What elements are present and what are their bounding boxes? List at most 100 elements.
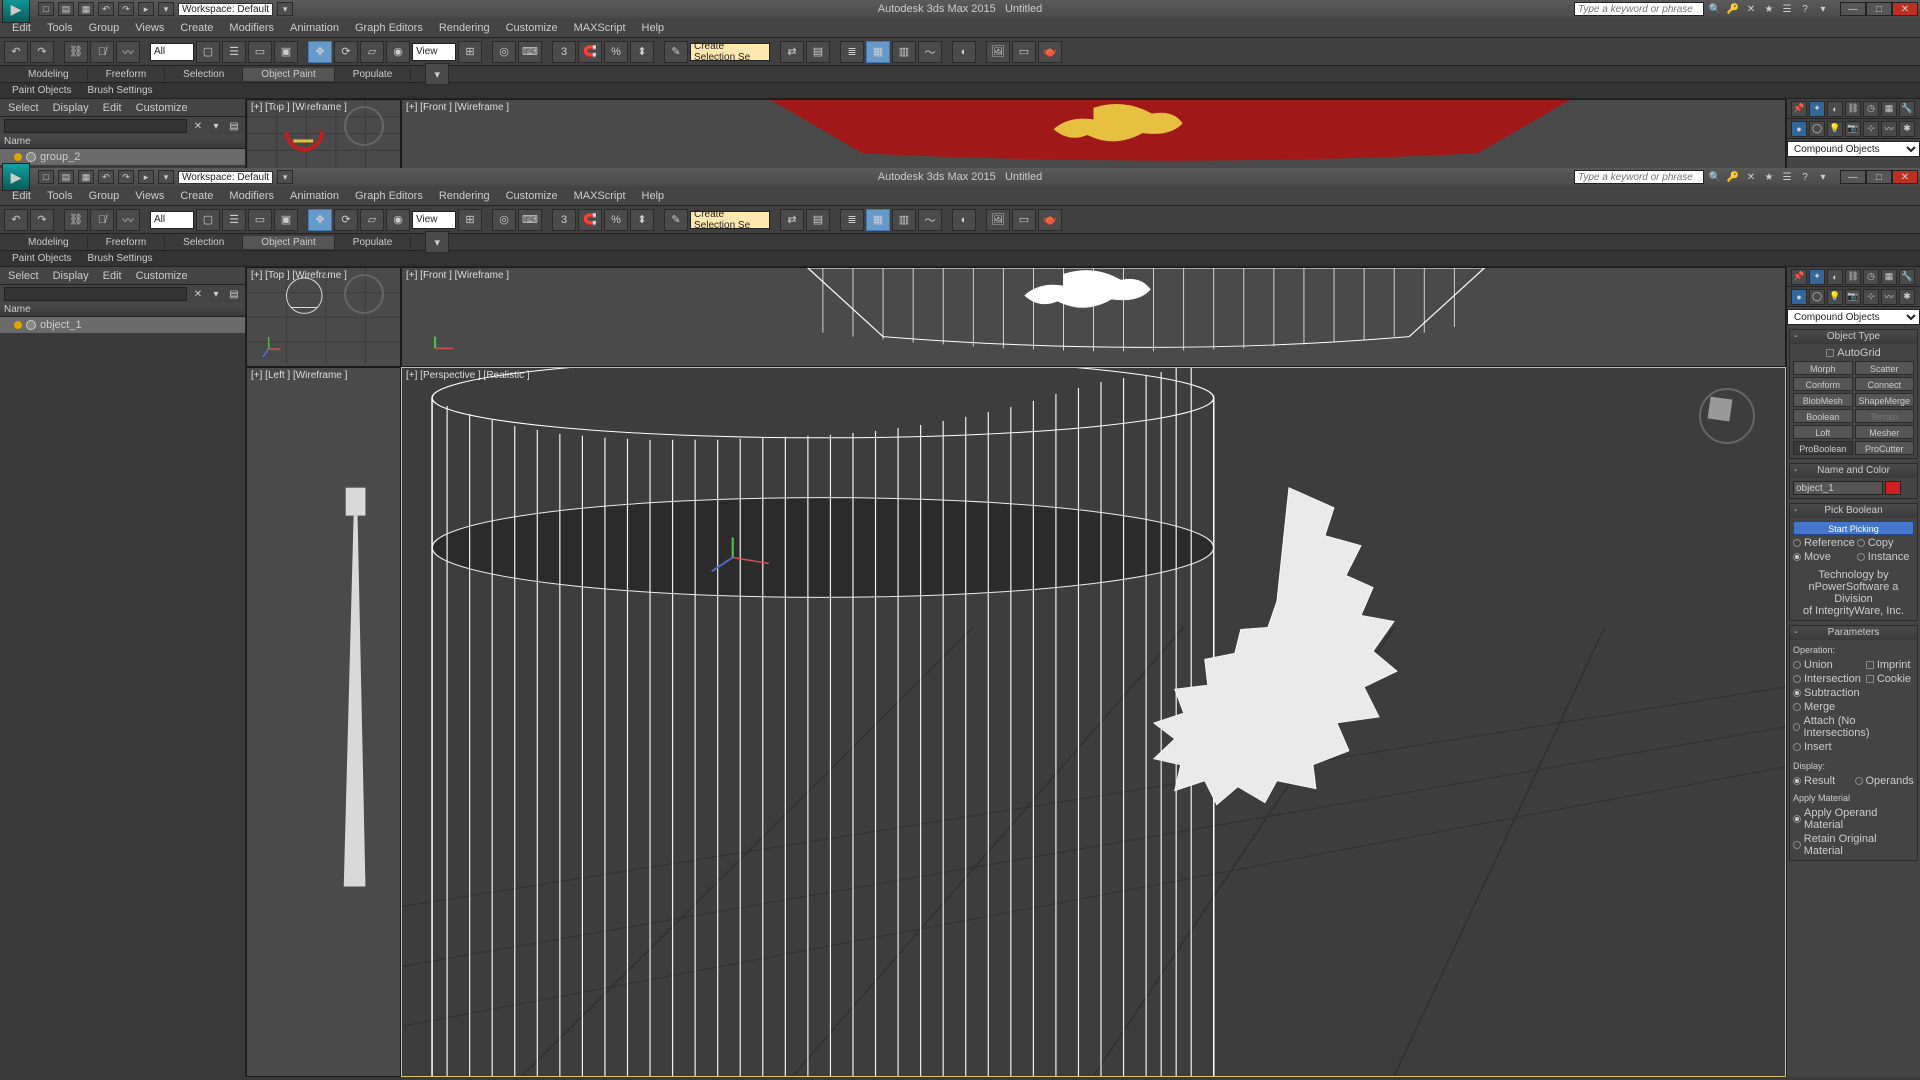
create-cameras-icon[interactable]: 📷	[1845, 121, 1861, 137]
use-center-button[interactable]: ⊞	[458, 41, 482, 63]
se-menu-customize[interactable]: Customize	[136, 102, 188, 114]
se-filter-icon[interactable]: ▾	[209, 288, 223, 300]
ot-blobmesh-button[interactable]: BlobMesh	[1793, 393, 1853, 407]
op-imprint-checkbox[interactable]	[1866, 661, 1874, 669]
menu-customize[interactable]: Customize	[498, 188, 566, 204]
pick-move-radio[interactable]	[1793, 553, 1801, 561]
select-by-name-button[interactable]: ☰	[222, 209, 246, 231]
qat-project-icon[interactable]: ▾	[158, 2, 174, 16]
scene-explorer-button[interactable]: ▦	[866, 209, 890, 231]
ribbon-tab-populate[interactable]: Populate	[335, 68, 411, 81]
create-spacewarps-icon[interactable]: 〰	[1881, 289, 1897, 305]
op-insert-radio[interactable]	[1793, 743, 1801, 751]
close-button[interactable]: ✕	[1892, 2, 1918, 16]
menu-help[interactable]: Help	[634, 188, 673, 204]
select-move-button[interactable]: ✥	[308, 41, 332, 63]
menu-graph-editors[interactable]: Graph Editors	[347, 20, 431, 36]
spinner-snap-button[interactable]: ⬍	[630, 209, 654, 231]
select-place-button[interactable]: ◉	[386, 209, 410, 231]
qat-redo-icon[interactable]: ↷	[118, 170, 134, 184]
select-by-name-button[interactable]: ☰	[222, 41, 246, 63]
ribbon-tab-freeform[interactable]: Freeform	[88, 68, 166, 81]
op-cookie-checkbox[interactable]	[1866, 675, 1874, 683]
ribbon-tab-modeling[interactable]: Modeling	[10, 68, 88, 81]
workspace-selector[interactable]: Workspace: Default	[178, 3, 273, 16]
menu-graph-editors[interactable]: Graph Editors	[347, 188, 431, 204]
align-button[interactable]: ▤	[806, 41, 830, 63]
ribbon-tab-populate[interactable]: Populate	[335, 236, 411, 249]
infocenter-search-input[interactable]	[1574, 2, 1704, 16]
app-menu-icon[interactable]: ▶	[2, 0, 30, 23]
rollout-header[interactable]: Name and Color	[1790, 464, 1917, 478]
cmd-create-icon[interactable]: ✦	[1809, 269, 1825, 285]
help-icon[interactable]: ?	[1798, 3, 1812, 15]
snap-toggle-button[interactable]: 3	[552, 209, 576, 231]
percent-snap-button[interactable]: %	[604, 41, 628, 63]
ot-boolean-button[interactable]: Boolean	[1793, 409, 1853, 423]
render-production-button[interactable]: 🫖	[1038, 209, 1062, 231]
bind-spacewarp-button[interactable]: 〰	[116, 41, 140, 63]
ot-proboolean-button[interactable]: ProBoolean	[1793, 441, 1853, 455]
undo-button[interactable]: ↶	[4, 41, 28, 63]
retain-original-mat-radio[interactable]	[1793, 841, 1801, 849]
menu-maxscript[interactable]: MAXScript	[566, 188, 634, 204]
qat-save-icon[interactable]: ▦	[78, 170, 94, 184]
select-manipulate-button[interactable]: ◎	[492, 209, 516, 231]
favorites-icon[interactable]: ★	[1762, 3, 1776, 15]
viewcube[interactable]	[1699, 388, 1755, 444]
link-button[interactable]: ⛓	[64, 41, 88, 63]
layer-manager-button[interactable]: ≣	[840, 209, 864, 231]
display-result-radio[interactable]	[1793, 777, 1801, 785]
maximize-button[interactable]: □	[1866, 2, 1892, 16]
pick-instance-radio[interactable]	[1857, 553, 1865, 561]
cmd-utilities-icon[interactable]: 🔧	[1899, 101, 1915, 117]
cmd-create-icon[interactable]: ✦	[1809, 101, 1825, 117]
workspace-dropdown-icon[interactable]: ▾	[277, 170, 293, 184]
ribbon-tab-freeform[interactable]: Freeform	[88, 236, 166, 249]
create-geometry-icon[interactable]: ●	[1791, 121, 1807, 137]
rendered-frame-button[interactable]: ▭	[1012, 209, 1036, 231]
select-move-button[interactable]: ✥	[308, 209, 332, 231]
visibility-bulb-icon[interactable]	[14, 153, 22, 161]
ot-scatter-button[interactable]: Scatter	[1855, 361, 1915, 375]
qat-undo-icon[interactable]: ↶	[98, 2, 114, 16]
scene-explorer-button[interactable]: ▦	[866, 41, 890, 63]
qat-undo-icon[interactable]: ↶	[98, 170, 114, 184]
ribbon-tab-object-paint[interactable]: Object Paint	[243, 236, 334, 249]
se-menu-display[interactable]: Display	[53, 102, 89, 114]
select-scale-button[interactable]: ▱	[360, 41, 384, 63]
workspace-dropdown-icon[interactable]: ▾	[277, 2, 293, 16]
select-region-rect-button[interactable]: ▭	[248, 41, 272, 63]
render-production-button[interactable]: 🫖	[1038, 41, 1062, 63]
minimize-button[interactable]: —	[1840, 2, 1866, 16]
qat-project-icon[interactable]: ▾	[158, 170, 174, 184]
mirror-button[interactable]: ⇄	[780, 41, 804, 63]
curve-editor-button[interactable]: 〜	[918, 41, 942, 63]
viewcube[interactable]	[344, 274, 384, 314]
ribbon-toggle-button[interactable]: ▥	[892, 209, 916, 231]
search-icon[interactable]: 🔍	[1708, 3, 1722, 15]
layer-manager-button[interactable]: ≣	[840, 41, 864, 63]
percent-snap-button[interactable]: %	[604, 209, 628, 231]
qat-redo-icon[interactable]: ↷	[118, 2, 134, 16]
se-view-icon[interactable]: ▤	[227, 288, 241, 300]
named-selection-combo[interactable]: Create Selection Se	[690, 43, 770, 61]
menu-customize[interactable]: Customize	[498, 20, 566, 36]
keyboard-shortcut-button[interactable]: ⌨	[518, 41, 542, 63]
viewport-area[interactable]: [+] [Top ] [Wireframe ] [+] [Front ] [Wi…	[246, 267, 1786, 1077]
rollout-header[interactable]: Object Type	[1790, 330, 1917, 344]
op-union-radio[interactable]	[1793, 661, 1801, 669]
infocenter-search-input[interactable]	[1574, 170, 1704, 184]
ot-conform-button[interactable]: Conform	[1793, 377, 1853, 391]
ribbon-sub-brush-settings[interactable]: Brush Settings	[79, 252, 160, 265]
curve-editor-button[interactable]: 〜	[918, 209, 942, 231]
object-name-input[interactable]	[1793, 481, 1883, 495]
select-rotate-button[interactable]: ⟳	[334, 41, 358, 63]
help-chevron-icon[interactable]: ▾	[1816, 3, 1830, 15]
named-selection-combo[interactable]: Create Selection Se	[690, 211, 770, 229]
create-systems-icon[interactable]: ✱	[1899, 121, 1915, 137]
se-filter-icon[interactable]: ▾	[209, 120, 223, 132]
help-dropdown-icon[interactable]: ☰	[1780, 3, 1794, 15]
selection-filter-combo[interactable]: All	[150, 43, 194, 61]
select-place-button[interactable]: ◉	[386, 41, 410, 63]
